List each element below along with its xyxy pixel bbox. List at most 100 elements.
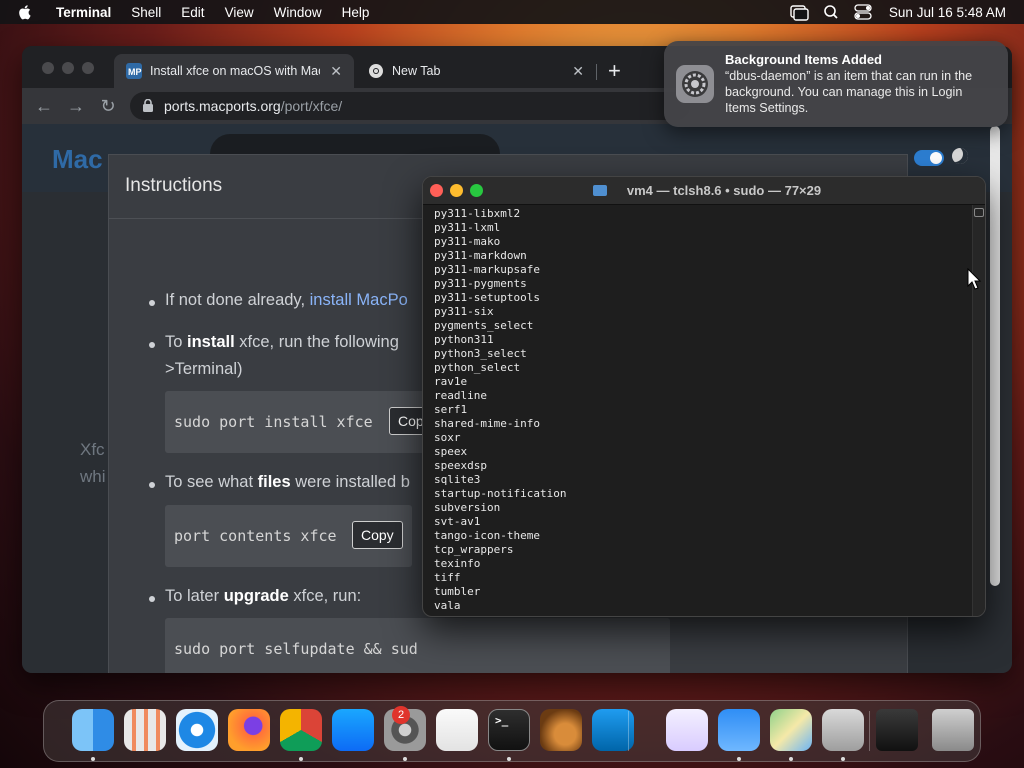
menu-shell[interactable]: Shell — [121, 5, 171, 20]
scroll-marker-icon[interactable] — [974, 208, 984, 217]
terminal-line: python_select — [434, 361, 521, 374]
spotlight-search-icon[interactable] — [815, 0, 847, 24]
safari-dock-icon[interactable] — [176, 709, 218, 751]
step-install: To install xfce, run the following — [165, 333, 399, 351]
close-tab-icon[interactable]: ✕ — [572, 63, 584, 80]
bullet — [149, 342, 155, 348]
upgrade-command-block: sudo port selfupdate && sud — [165, 618, 670, 673]
display-icon[interactable] — [781, 0, 815, 24]
copy-contents-button[interactable]: Copy — [352, 521, 403, 549]
terminal-line: soxr — [434, 431, 461, 444]
terminal-titlebar: vm4 — tclsh8.6 • sudo — 77×29 — [423, 177, 985, 205]
lock-icon — [143, 99, 153, 112]
close-window-button[interactable] — [42, 62, 54, 74]
terminal-line: py311-pygments — [434, 277, 527, 290]
screen-share-dock-icon[interactable] — [876, 709, 918, 751]
mouse-pointer-icon — [967, 268, 982, 290]
terminal-line: python311 — [434, 333, 494, 346]
chrome-dock-icon[interactable] — [280, 709, 322, 751]
visual-studio-dock-icon[interactable] — [666, 709, 708, 751]
terminal-line: tumbler — [434, 585, 481, 598]
step-prerequisite: If not done already, install MacPo — [165, 291, 408, 309]
terminal-scrollbar[interactable] — [972, 205, 985, 616]
firefox-dock-icon[interactable] — [228, 709, 270, 751]
terminal-line: startup-notification — [434, 487, 567, 500]
weather-dock-icon[interactable] — [718, 709, 760, 751]
terminal-line: python3_select — [434, 347, 527, 360]
terminal-line: py311-markdown — [434, 249, 527, 262]
menu-help[interactable]: Help — [332, 5, 380, 20]
minimize-window-button[interactable] — [62, 62, 74, 74]
forward-arrow-icon[interactable]: → — [60, 96, 92, 117]
notification-banner[interactable]: Background Items Added “dbus-daemon” is … — [664, 41, 1008, 127]
textedit-dock-icon[interactable] — [436, 709, 478, 751]
app-store-dock-icon[interactable] — [332, 709, 374, 751]
terminal-line: py311-six — [434, 305, 494, 318]
terminal-window[interactable]: vm4 — tclsh8.6 • sudo — 77×29 py311-libx… — [422, 176, 986, 617]
install-macports-link[interactable]: install MacPo — [310, 291, 408, 309]
menu-app-name[interactable]: Terminal — [46, 5, 121, 20]
back-arrow-icon[interactable]: ← — [28, 96, 60, 117]
dock-separator — [869, 711, 870, 751]
moon-icon — [952, 148, 968, 164]
finder-dock-icon[interactable] — [72, 709, 114, 751]
menu-view[interactable]: View — [215, 5, 264, 20]
installer-dock-icon[interactable] — [822, 709, 864, 751]
step-files: To see what files were installed b — [165, 473, 410, 491]
new-tab-icon[interactable]: + — [608, 58, 621, 84]
close-tab-icon[interactable]: ✕ — [330, 63, 342, 80]
menu-bar: Terminal Shell Edit View Window Help Sun… — [0, 0, 1024, 24]
launchpad-dock-icon[interactable] — [124, 709, 166, 751]
menu-window[interactable]: Window — [264, 5, 332, 20]
theme-toggle[interactable] — [914, 150, 944, 166]
terminal-dock-icon[interactable]: >_ — [488, 709, 530, 751]
macports-logo[interactable]: Mac — [52, 144, 103, 175]
terminal-line: tcp_wrappers — [434, 543, 514, 556]
tab-new-tab[interactable]: New Tab ✕ — [356, 54, 596, 88]
step-install-line2: >Terminal) — [165, 360, 243, 378]
trash-dock-icon[interactable] — [932, 709, 974, 751]
tab-install-xfce[interactable]: MP Install xfce on macOS with Mac ✕ — [114, 54, 354, 88]
page-scrollbar[interactable] — [990, 126, 1000, 586]
menu-clock[interactable]: Sun Jul 16 5:48 AM — [879, 5, 1024, 20]
terminal-line: vala — [434, 599, 461, 612]
terminal-line: py311-markupsafe — [434, 263, 540, 276]
terminal-line: shared-mime-info — [434, 417, 540, 430]
terminal-line: py311-libxml2 — [434, 207, 521, 220]
contents-command[interactable]: port contents xfce — [174, 527, 337, 545]
address-bar[interactable]: ports.macports.org/port/xfce/ — [130, 92, 690, 120]
terminal-line: speex — [434, 445, 468, 458]
terminal-line: speexdsp — [434, 459, 487, 472]
notification-title: Background Items Added — [725, 52, 882, 67]
terminal-output[interactable]: py311-libxml2 py311-lxml py311-mako py311-m… — [434, 207, 964, 616]
step-upgrade: To later upgrade xfce, run: — [165, 587, 362, 605]
zoom-window-button[interactable] — [82, 62, 94, 74]
apple-icon[interactable] — [18, 4, 32, 20]
tab-title: New Tab — [392, 64, 441, 78]
reload-icon[interactable]: ↻ — [92, 96, 124, 117]
terminal-line: serf1 — [434, 403, 468, 416]
running-indicator — [789, 757, 793, 761]
control-center-icon[interactable] — [847, 0, 879, 24]
maps-dock-icon[interactable] — [770, 709, 812, 751]
menu-edit[interactable]: Edit — [171, 5, 214, 20]
terminal-line: svt-av1 — [434, 515, 481, 528]
install-command[interactable]: sudo port install xfce — [174, 413, 373, 431]
running-indicator — [507, 757, 511, 761]
dock-separator — [628, 711, 629, 751]
instruments-dock-icon[interactable] — [540, 709, 582, 751]
terminal-line: texinfo — [434, 557, 481, 570]
terminal-line: readline — [434, 389, 487, 402]
running-indicator — [737, 757, 741, 761]
bullet — [149, 300, 155, 306]
upgrade-command[interactable]: sudo port selfupdate && sud — [174, 640, 418, 658]
url-path: /port/xfce/ — [280, 98, 343, 114]
background-description: Xfc whi — [80, 440, 106, 486]
running-indicator — [403, 757, 407, 761]
bullet — [149, 596, 155, 602]
bullet — [149, 482, 155, 488]
running-indicator — [841, 757, 845, 761]
notification-body: “dbus-daemon” is an item that can run in… — [725, 69, 973, 115]
url-host: ports.macports.org — [164, 98, 281, 114]
terminal-line: pygments_select — [434, 319, 534, 332]
